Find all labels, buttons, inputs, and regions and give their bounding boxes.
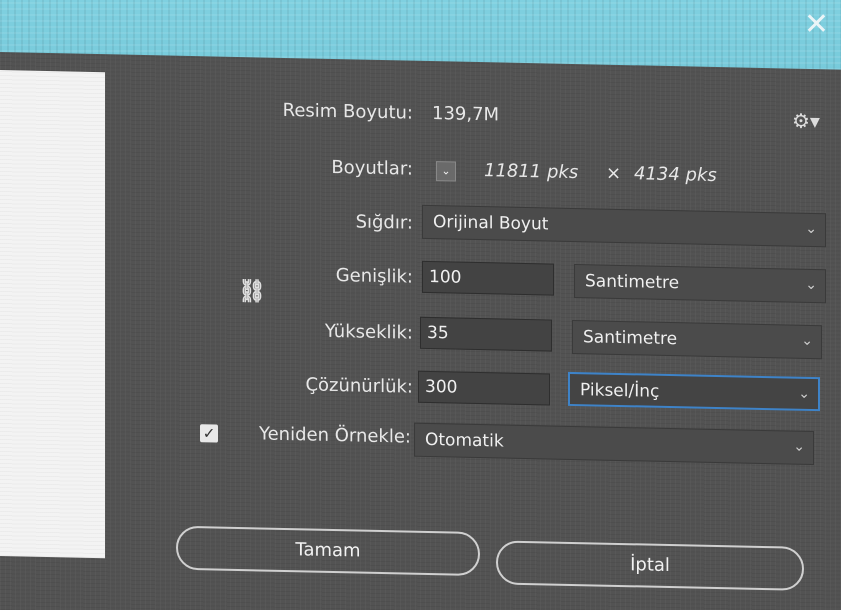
height-unit-select[interactable]: Santimetre ⌄ — [572, 319, 822, 360]
image-preview — [0, 70, 105, 559]
width-input[interactable]: 100 — [422, 260, 554, 296]
chevron-down-icon: ⌄ — [805, 220, 817, 238]
resolution-unit-value: Piksel/İnç — [580, 380, 660, 402]
chevron-down-icon: ⌄ — [801, 332, 813, 350]
chevron-down-icon: ⌄ — [798, 385, 810, 402]
dimensions-times-sign: × — [606, 162, 622, 185]
chevron-down-icon: ⌄ — [441, 164, 451, 178]
height-input[interactable]: 35 — [420, 316, 552, 352]
dimensions-dropdown-button[interactable]: ⌄ — [436, 161, 456, 182]
chevron-down-icon: ⌄ — [793, 438, 805, 455]
image-size-value: 139,7M — [432, 103, 500, 126]
checkmark-icon: ✓ — [202, 424, 216, 443]
height-label: Yükseklik: — [324, 320, 413, 344]
height-unit-value: Santimetre — [583, 327, 678, 350]
image-size-label: Resim Boyutu: — [282, 99, 413, 124]
chevron-down-icon: ⌄ — [805, 276, 817, 294]
image-size-dialog: Resim Boyutu: 139,7M ⚙▾ Boyutlar: ⌄ 1181… — [0, 52, 841, 610]
fit-label: Sığdır: — [355, 211, 413, 234]
resample-select[interactable]: Otomatik ⌄ — [414, 422, 814, 466]
resample-checkbox[interactable]: ✓ — [200, 424, 218, 443]
dimensions-label: Boyutlar: — [331, 156, 413, 180]
resample-select-value: Otomatik — [425, 429, 504, 452]
width-label: Genişlik: — [335, 265, 413, 288]
dimensions-height-value: 4134 pks — [634, 163, 717, 187]
fit-select-value: Orijinal Boyut — [433, 212, 549, 235]
close-icon[interactable]: ✕ — [804, 10, 829, 40]
width-unit-value: Santimetre — [585, 271, 680, 294]
resolution-unit-select[interactable]: Piksel/İnç ⌄ — [568, 371, 820, 412]
resolution-input[interactable]: 300 — [418, 370, 550, 406]
fit-select[interactable]: Orijinal Boyut ⌄ — [422, 204, 826, 248]
resolution-label: Çözünürlük: — [305, 374, 413, 398]
dimensions-width-value: 11811 pks — [484, 160, 579, 184]
link-icon[interactable]: ⛓ — [238, 279, 266, 305]
gear-icon[interactable]: ⚙▾ — [792, 109, 820, 134]
resample-label: Yeniden Örnekle: — [258, 423, 411, 448]
width-unit-select[interactable]: Santimetre ⌄ — [574, 264, 826, 304]
ok-button[interactable]: Tamam — [176, 525, 480, 577]
cancel-button[interactable]: İptal — [496, 540, 804, 591]
